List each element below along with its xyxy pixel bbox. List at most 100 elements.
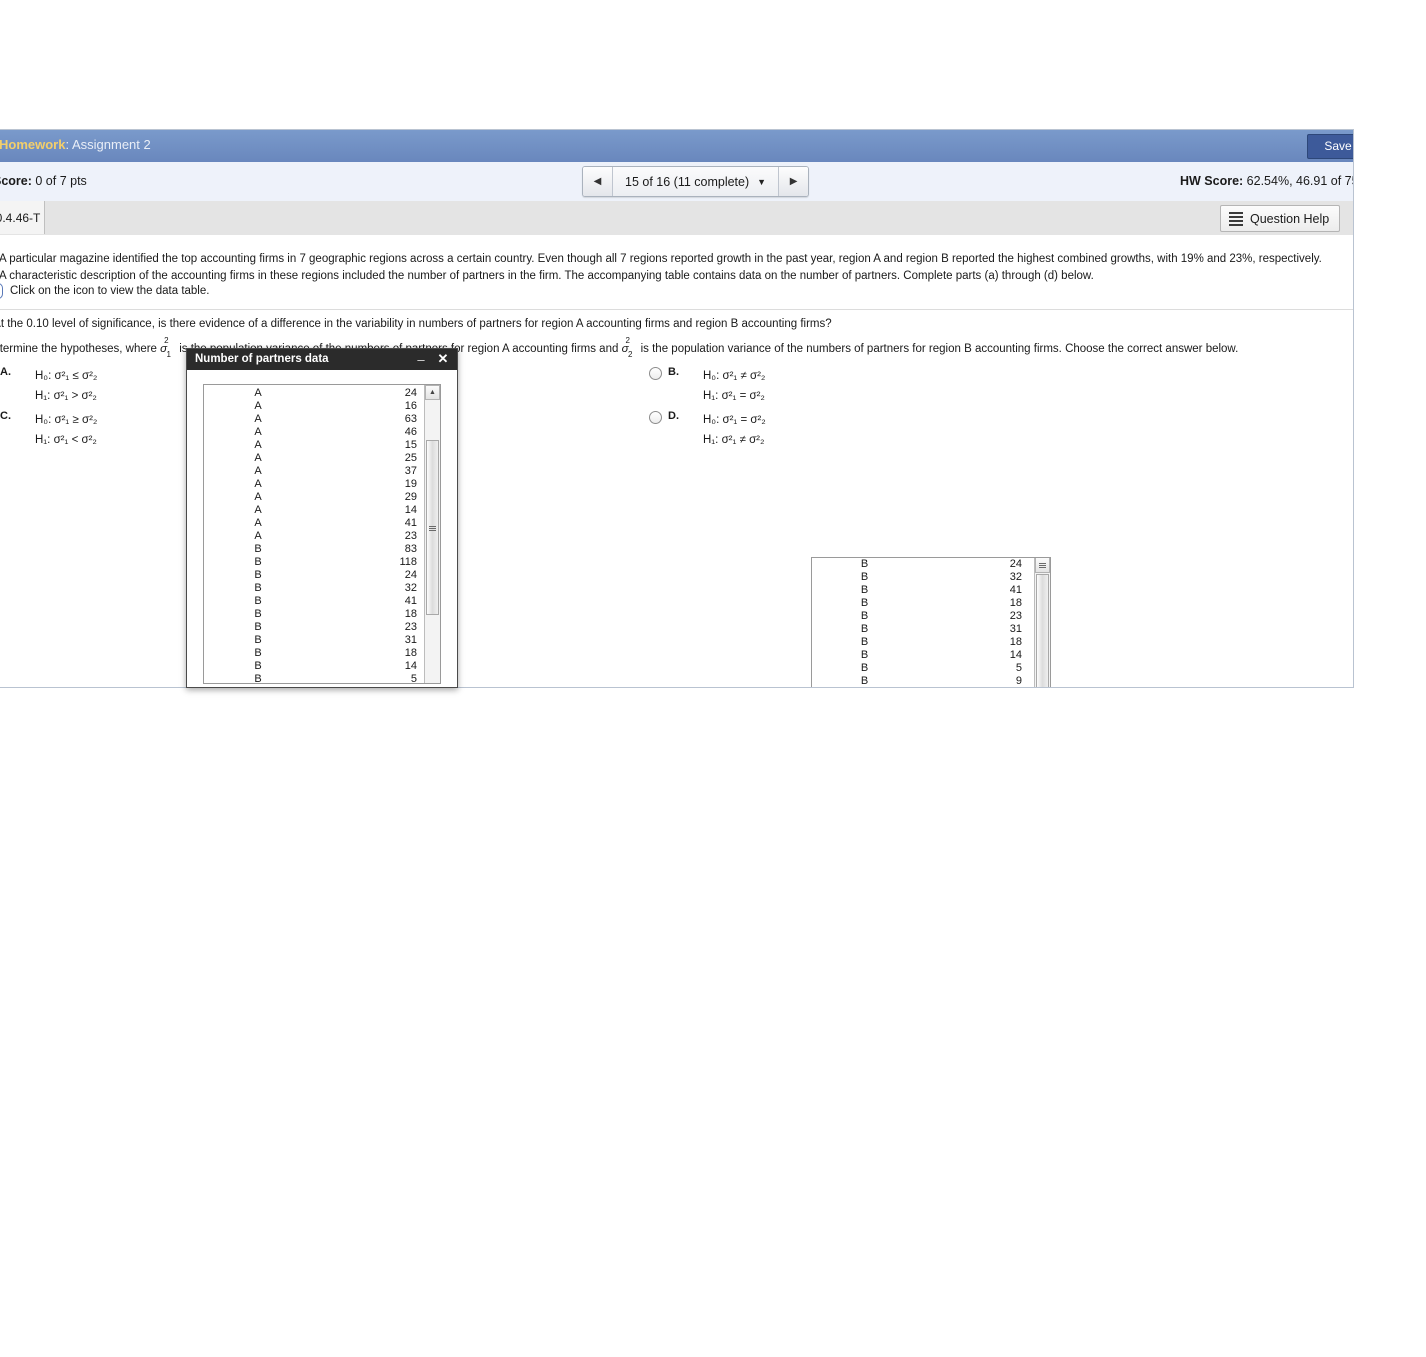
answer-choice-d-h1: H₁: σ²₁ ≠ σ²₂ [703,434,765,447]
table-icon[interactable] [0,283,3,299]
chevron-down-icon[interactable]: ▼ [757,177,766,187]
dialog-scroll-up-icon[interactable]: ▲ [425,385,440,400]
data-table-dialog[interactable]: Number of partners data – ✕ A 24 A 16 A 63 A 46… [186,348,458,688]
cell-partners: 18 [1009,636,1022,648]
table-row: B 18 [204,608,424,621]
dialog-data-grid[interactable]: A 24 A 16 A 63 A 46 A 15 A 25 A 37 A 19 A 29 A 14 A 41 A 23 B 83 B… [203,384,441,684]
tab-question-id[interactable]: 10.4.46-T [0,201,45,234]
cell-partners: 23 [404,530,417,542]
minimize-icon[interactable]: – [415,352,427,367]
table-row: B 18 [204,647,424,660]
previous-question-icon[interactable]: ◀ [583,167,613,196]
cell-region: B [254,595,262,607]
cell-partners: 37 [404,465,417,477]
cell-region: B [860,597,869,609]
table-row: B 31 [812,623,1034,636]
background-data-rows: B24B32B41B18B23B31B18B14B5B9B13B9B14 [812,558,1034,687]
cell-region: A [254,400,262,412]
cell-partners: 31 [404,634,417,646]
table-row: A 16 [204,400,424,413]
cell-region: A [254,439,262,451]
table-row: B 41 [812,584,1034,597]
question-position-dropdown[interactable]: 15 of 16 (11 complete) ▼ [613,167,779,196]
cell-partners: 23 [1009,610,1022,622]
dialog-body: A 24 A 16 A 63 A 46 A 15 A 25 A 37 A 19 A 29 A 14 A 41 A 23 B 83 B… [187,370,457,687]
cell-region: B [860,558,869,570]
close-icon[interactable]: ✕ [436,352,450,366]
answer-choice-d[interactable]: D. H₀: σ²₁ = σ²₂ H₁: σ²₁ ≠ σ²₂ [649,410,766,450]
question-help-button[interactable]: Question Help [1220,205,1341,232]
sigma-2-inline: σ22 [621,336,633,360]
sigma-1-inline: σ21 [160,336,171,360]
radio-button-b[interactable] [649,367,662,380]
cell-partners: 19 [404,478,417,490]
cell-partners: 18 [404,647,417,659]
cell-partners: 18 [404,608,417,620]
answer-choice-b-h1: H₁: σ²₁ = σ²₂ [703,390,765,403]
radio-button-d[interactable] [649,411,662,424]
cell-partners: 14 [404,504,417,516]
cell-partners: 5 [1015,662,1022,674]
table-row: B 24 [204,569,424,582]
cell-region: B [254,556,262,568]
background-grid-scrollbar[interactable]: ▼ [1034,558,1050,687]
dialog-scroll-thumb[interactable] [426,440,439,615]
answer-choice-c[interactable]: C. H₀: σ²₁ ≥ σ²₂ H₁: σ²₁ < σ²₂ [0,410,97,450]
table-row: A 24 [204,387,424,400]
cell-region: B [254,621,262,633]
cell-partners: 31 [1009,623,1022,635]
scroll-grip-icon [1039,562,1046,568]
cell-partners: 83 [404,543,417,555]
table-row: B 83 [204,543,424,556]
table-row: B 14 [812,649,1034,662]
cell-partners: 16 [404,400,417,412]
table-row: B 18 [812,636,1034,649]
cell-partners: 5 [410,673,417,684]
dialog-title-text: Number of partners data [195,353,329,365]
background-data-grid[interactable]: B24B32B41B18B23B31B18B14B5B9B13B9B14 ▼ [811,557,1051,687]
assignment-score: Score: 0 of 7 pts [0,174,87,188]
dialog-title-bar[interactable]: Number of partners data – ✕ [187,349,457,370]
cell-partners: 14 [1009,649,1022,661]
answer-choice-b[interactable]: B. H₀: σ²₁ ≠ σ²₂ H₁: σ²₁ = σ²₂ [649,366,765,406]
determine-text-1: Determine the hypotheses, where [0,342,161,355]
table-row: A 37 [204,465,424,478]
cell-partners: 32 [1009,571,1022,583]
answer-choice-d-h0: H₀: σ²₁ = σ²₂ [703,414,766,426]
cell-partners: 118 [399,556,417,568]
next-question-icon[interactable]: ▶ [778,167,809,196]
cell-region: B [860,584,869,596]
table-row: B9 [812,675,1034,687]
scroll-up-icon[interactable] [1035,558,1050,573]
question-navigator[interactable]: ◀ 15 of 16 (11 complete) ▼ ▶ [582,166,810,197]
cell-partners: 41 [404,595,417,607]
cell-partners: 24 [404,569,417,581]
answer-choice-a-letter: A. [0,366,11,378]
score-bar: Score: 0 of 7 pts ◀ 15 of 16 (11 complet… [0,162,1353,202]
background-grid-scroll-thumb[interactable] [1036,574,1049,687]
cell-region: B [254,660,262,672]
answer-choice-d-letter: D. [668,410,679,422]
cell-region: A [254,465,262,477]
cell-region: A [254,491,262,503]
answer-choice-b-letter: B. [668,366,679,378]
cell-region: A [254,530,262,542]
table-row: A 46 [204,426,424,439]
dialog-scroll-grip-icon [429,526,436,531]
cell-partners: 25 [404,452,417,464]
answer-choice-a[interactable]: A. H₀: σ²₁ ≤ σ²₂ H₁: σ²₁ > σ²₂ [0,366,97,406]
dialog-grid-scrollbar[interactable]: ▲ [424,385,440,683]
question-tab-strip: 10.4.46-T Question Help [0,201,1353,236]
divider-1 [0,309,1353,310]
cell-region: B [254,569,262,581]
save-button[interactable]: Save [1307,134,1353,159]
table-row: B 32 [204,582,424,595]
cell-region: B [860,675,869,687]
view-data-table-link[interactable]: Click on the icon to view the data table… [0,283,209,299]
cell-region: B [254,582,262,594]
cell-region: A [254,387,262,399]
table-row: A 19 [204,478,424,491]
cell-region: A [254,426,262,438]
table-row: A 15 [204,439,424,452]
answer-choice-c-letter: C. [0,410,11,422]
